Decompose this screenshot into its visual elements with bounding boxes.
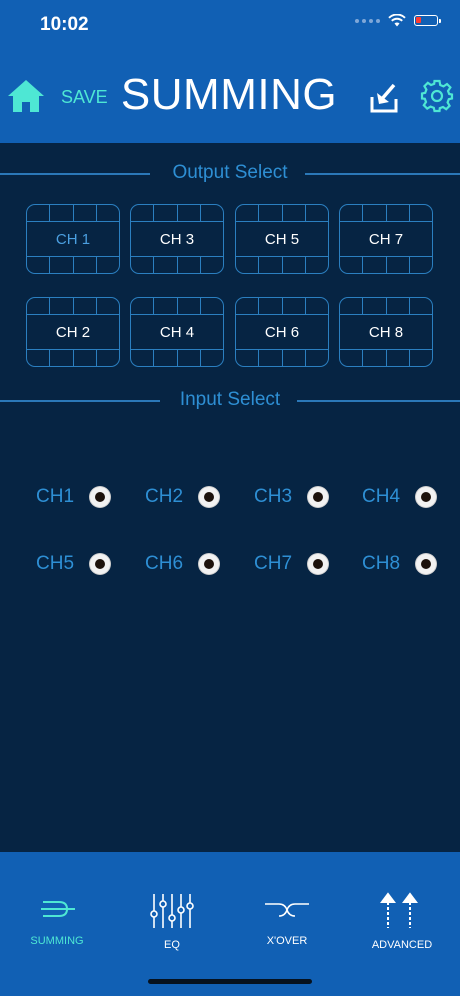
output-ch1-button[interactable]: CH 1	[26, 204, 120, 274]
input-ch3-radio[interactable]: CH3	[254, 486, 328, 508]
import-icon[interactable]	[368, 81, 400, 113]
output-ch7-button[interactable]: CH 7	[339, 204, 433, 274]
status-icons	[355, 14, 441, 27]
radio-dot-icon	[199, 554, 219, 574]
tab-summing[interactable]: SUMMING	[2, 892, 112, 947]
crossover-icon	[265, 903, 309, 917]
radio-dot-icon	[90, 487, 110, 507]
gear-icon[interactable]	[420, 79, 454, 113]
eq-sliders-icon	[150, 894, 194, 928]
input-ch7-radio[interactable]: CH7	[254, 553, 328, 575]
header-bar: 10:02 SAVE SUMMING	[0, 0, 460, 143]
bottom-tab-bar: SUMMING EQ X'OVER ADVANCED	[0, 852, 460, 996]
tab-xover[interactable]: X'OVER	[232, 892, 342, 947]
input-ch4-radio[interactable]: CH4	[362, 486, 436, 508]
output-ch4-button[interactable]: CH 4	[130, 297, 224, 367]
input-ch8-radio[interactable]: CH8	[362, 553, 436, 575]
radio-dot-icon	[90, 554, 110, 574]
input-ch6-radio[interactable]: CH6	[145, 553, 219, 575]
output-select-heading: Output Select	[0, 162, 460, 186]
tab-advanced[interactable]: ADVANCED	[347, 892, 457, 951]
input-select-heading: Input Select	[0, 389, 460, 413]
input-ch1-radio[interactable]: CH1	[36, 486, 110, 508]
home-indicator	[148, 979, 312, 984]
battery-low-icon	[414, 15, 441, 26]
input-ch5-radio[interactable]: CH5	[36, 553, 110, 575]
output-ch8-button[interactable]: CH 8	[339, 297, 433, 367]
output-ch3-button[interactable]: CH 3	[130, 204, 224, 274]
input-ch2-radio[interactable]: CH2	[145, 486, 219, 508]
radio-dot-icon	[416, 487, 436, 507]
radio-dot-icon	[308, 554, 328, 574]
status-time: 10:02	[40, 14, 89, 35]
radio-dot-icon	[416, 554, 436, 574]
tab-eq[interactable]: EQ	[117, 892, 227, 951]
output-ch2-button[interactable]: CH 2	[26, 297, 120, 367]
cellular-signal-icon	[355, 18, 380, 23]
summing-icon	[41, 901, 75, 917]
output-ch5-button[interactable]: CH 5	[235, 204, 329, 274]
output-ch6-button[interactable]: CH 6	[235, 297, 329, 367]
wifi-icon	[388, 14, 406, 27]
radio-dot-icon	[308, 487, 328, 507]
radio-dot-icon	[199, 487, 219, 507]
advanced-arrows-icon	[380, 892, 418, 928]
